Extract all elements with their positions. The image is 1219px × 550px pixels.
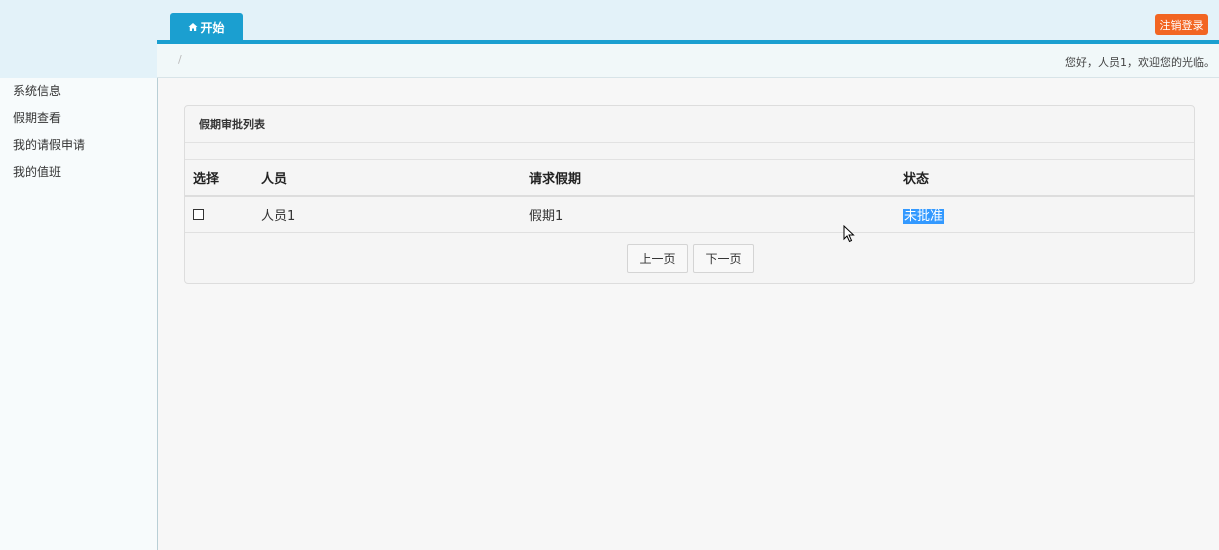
sidebar-header xyxy=(0,44,157,78)
sidebar-item-leave-view[interactable]: 假期查看 xyxy=(0,105,157,132)
row-status-cell: 未批准 xyxy=(895,196,1194,233)
sidebar-item-my-duty[interactable]: 我的值班 xyxy=(0,159,157,186)
row-leave: 假期1 xyxy=(521,196,895,233)
row-select-cell xyxy=(185,196,253,233)
sidebar-item-my-leave-requests[interactable]: 我的请假申请 xyxy=(0,132,157,159)
table-row[interactable]: 人员1 假期1 未批准 xyxy=(185,196,1194,233)
next-page-button[interactable]: 下一页 xyxy=(693,244,754,273)
column-header-select: 选择 xyxy=(185,160,253,197)
leave-table: 选择 人员 请求假期 状态 人员1 假期1 未批准 xyxy=(185,160,1194,233)
sidebar: 系统信息 假期查看 我的请假申请 我的值班 xyxy=(0,78,158,550)
column-header-status: 状态 xyxy=(895,160,1194,197)
home-icon xyxy=(188,22,198,32)
row-person: 人员1 xyxy=(253,196,521,233)
column-header-leave: 请求假期 xyxy=(521,160,895,197)
tab-start-label: 开始 xyxy=(200,20,225,35)
breadcrumb-bar: / 您好，人员1，欢迎您的光临。 xyxy=(157,44,1219,78)
tab-start[interactable]: 开始 xyxy=(170,13,243,41)
leave-approval-panel: 假期审批列表 选择 人员 请求假期 状态 人员1 假期1 未批准 上一页 下一页 xyxy=(184,105,1195,284)
row-status: 未批准 xyxy=(903,208,945,224)
table-header-row: 选择 人员 请求假期 状态 xyxy=(185,160,1194,197)
mouse-pointer-icon xyxy=(843,224,855,247)
welcome-text: 您好，人员1，欢迎您的光临。 xyxy=(1065,56,1215,69)
panel-spacer xyxy=(185,143,1194,160)
logout-button[interactable]: 注销登录 xyxy=(1155,14,1208,35)
row-checkbox[interactable] xyxy=(193,208,204,220)
column-header-person: 人员 xyxy=(253,160,521,197)
pagination: 上一页 下一页 xyxy=(627,244,754,273)
prev-page-button[interactable]: 上一页 xyxy=(627,244,688,273)
sidebar-item-system-info[interactable]: 系统信息 xyxy=(0,78,157,105)
panel-title: 假期审批列表 xyxy=(185,106,1194,143)
breadcrumb: / xyxy=(178,53,182,66)
